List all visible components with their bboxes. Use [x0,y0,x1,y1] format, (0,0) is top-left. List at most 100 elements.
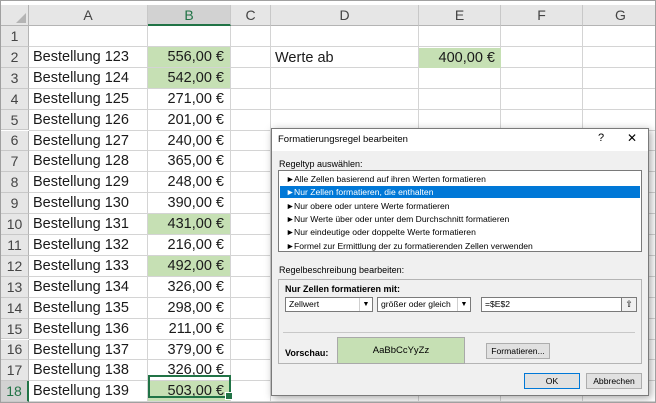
cell-b8[interactable]: 248,00 € [148,172,230,192]
cell-a17[interactable]: Bestellung 138 [29,360,147,380]
rule-type-item[interactable]: ►Nur Zellen formatieren, die enthalten [280,186,640,199]
select-all-corner[interactable] [1,5,29,26]
arrow-icon: ► [286,227,295,238]
cell-b16[interactable]: 379,00 € [148,340,230,360]
rule-type-label: Regeltyp auswählen: [279,159,363,169]
cell-a7[interactable]: Bestellung 128 [29,151,147,171]
cell-b12[interactable]: 492,00 € [148,255,230,276]
cell-a5[interactable]: Bestellung 126 [29,110,147,130]
cancel-button[interactable]: Abbrechen [586,373,642,389]
column-header-d[interactable]: D [271,5,419,26]
rule-type-item[interactable]: ►Nur obere oder untere Werte formatieren [280,200,640,212]
cell-a18[interactable]: Bestellung 139 [29,381,147,401]
condition-field-select[interactable]: Zellwert ▼ [285,297,373,312]
cell-a9[interactable]: Bestellung 130 [29,193,147,213]
dialog-title: Formatierungsregel bearbeiten [278,134,408,145]
cell-b6[interactable]: 240,00 € [148,131,230,151]
gridline-column [230,26,231,402]
row-header-9[interactable]: 9 [1,193,29,215]
cell-d2[interactable]: Werte ab [271,48,417,68]
operator-select[interactable]: größer oder gleich ▼ [377,297,471,312]
cell-a16[interactable]: Bestellung 137 [29,340,147,360]
column-header-b[interactable]: B [148,5,231,26]
cell-b14[interactable]: 298,00 € [148,298,230,318]
row-header-3[interactable]: 3 [1,67,29,89]
formula-input[interactable]: =$E$2 ⇧ [481,297,637,312]
divider [283,332,635,333]
arrow-icon: ► [286,213,295,224]
arrow-icon: ► [286,187,295,198]
cell-b3[interactable]: 542,00 € [148,67,230,88]
column-header-g[interactable]: G [583,5,655,26]
row-header-12[interactable]: 12 [1,255,29,277]
row-header-14[interactable]: 14 [1,297,29,319]
rule-type-text: Nur Zellen formatieren, die enthalten [294,187,434,198]
cell-b17[interactable]: 326,00 € [148,360,230,380]
cell-b9[interactable]: 390,00 € [148,193,230,213]
cell-a13[interactable]: Bestellung 134 [29,277,147,297]
gridline-row [29,401,655,402]
row-header-6[interactable]: 6 [1,130,29,152]
rule-type-item[interactable]: ►Alle Zellen basierend auf ihren Werten … [280,173,640,185]
cell-b5[interactable]: 201,00 € [148,110,230,130]
row-header-1[interactable]: 1 [1,26,29,47]
format-preview: AaBbCcYyZz [337,337,465,364]
cell-a10[interactable]: Bestellung 131 [29,214,147,234]
format-button[interactable]: Formatieren... [486,343,550,359]
row-header-13[interactable]: 13 [1,276,29,298]
row-header-5[interactable]: 5 [1,109,29,131]
row-header-15[interactable]: 15 [1,318,29,340]
collapse-dialog-icon[interactable]: ⇧ [621,298,636,311]
cell-a14[interactable]: Bestellung 135 [29,298,147,318]
cell-a8[interactable]: Bestellung 129 [29,172,147,192]
column-header-e[interactable]: E [419,5,501,26]
cell-a6[interactable]: Bestellung 127 [29,131,147,151]
cell-e2[interactable]: 400,00 € [419,48,501,68]
arrow-icon: ► [286,240,295,251]
column-header-c[interactable]: C [231,5,271,26]
rule-type-item[interactable]: ►Nur eindeutige oder doppelte Werte form… [280,226,640,238]
cell-a3[interactable]: Bestellung 124 [29,68,147,88]
cell-b4[interactable]: 271,00 € [148,89,230,109]
help-icon[interactable]: ? [594,132,608,144]
cell-b18[interactable]: 503,00 € [148,381,230,402]
column-header-a[interactable]: A [29,5,148,26]
cell-b7[interactable]: 365,00 € [148,151,230,171]
rule-type-list[interactable]: ►Alle Zellen basierend auf ihren Werten … [278,170,642,252]
arrow-icon: ► [286,200,295,211]
chevron-down-icon[interactable]: ▼ [457,298,470,311]
cell-a15[interactable]: Bestellung 136 [29,319,147,339]
cell-a2[interactable]: Bestellung 123 [29,47,147,67]
row-header-11[interactable]: 11 [1,235,29,256]
row-header-10[interactable]: 10 [1,214,29,235]
arrow-icon: ► [286,174,295,184]
close-icon[interactable]: ✕ [624,131,640,145]
row-header-7[interactable]: 7 [1,151,29,173]
row-header-18[interactable]: 18 [1,381,29,402]
cell-b13[interactable]: 326,00 € [148,277,230,297]
preview-label: Vorschau: [285,348,329,358]
row-header-16[interactable]: 16 [1,339,29,361]
rule-type-text: Nur eindeutige oder doppelte Werte forma… [294,227,476,238]
cell-b2[interactable]: 556,00 € [148,46,230,67]
row-header-17[interactable]: 17 [1,360,29,382]
cell-a11[interactable]: Bestellung 132 [29,235,147,255]
edit-formatting-rule-dialog: Formatierungsregel bearbeiten ? ✕ Regelt… [271,128,649,396]
formula-value: =$E$2 [485,299,511,309]
rule-type-item[interactable]: ►Formel zur Ermittlung der zu formatiere… [280,240,640,252]
cell-a4[interactable]: Bestellung 125 [29,89,147,109]
cell-b10[interactable]: 431,00 € [148,214,230,235]
cell-b15[interactable]: 211,00 € [148,319,230,339]
row-header-2[interactable]: 2 [1,46,29,68]
excel-window: ABCDEFG 1 2 3 4 5 6 7 8 9 10 11 12 13 14 15 16 17 18 Wert… [0,0,656,403]
ok-button[interactable]: OK [524,373,580,389]
rule-type-item[interactable]: ►Nur Werte über oder unter dem Durchschn… [280,213,640,225]
column-header-f[interactable]: F [501,5,583,26]
row-header-8[interactable]: 8 [1,172,29,194]
chevron-down-icon[interactable]: ▼ [359,298,372,311]
cell-b11[interactable]: 216,00 € [148,235,230,255]
cell-a12[interactable]: Bestellung 133 [29,256,147,276]
rule-description-label: Regelbeschreibung bearbeiten: [279,265,405,275]
row-header-4[interactable]: 4 [1,88,29,110]
preview-text: AaBbCcYyZz [372,345,430,356]
